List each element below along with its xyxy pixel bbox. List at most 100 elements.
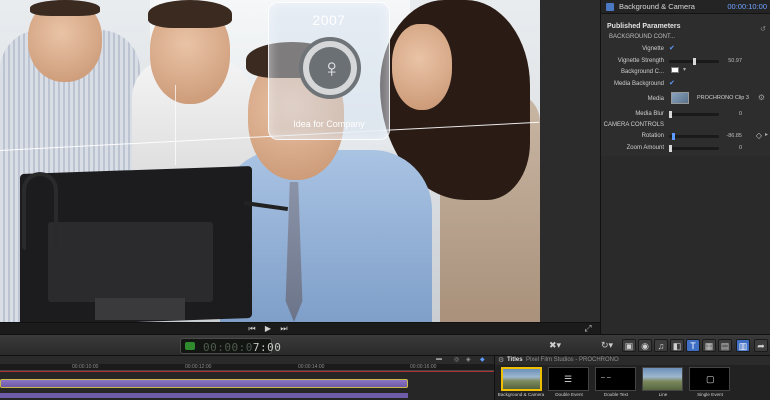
vignette-checkbox[interactable]: ✔ — [669, 45, 675, 52]
double-event-glyph-icon: ☰ — [564, 374, 573, 384]
media-blur-knob[interactable] — [669, 111, 672, 118]
single-event-glyph-icon: ▢ — [706, 374, 715, 384]
title-clip[interactable] — [0, 379, 408, 388]
event-card-badge: ♀ — [299, 37, 361, 99]
keyframe-diamond-icon[interactable]: ◇ — [756, 131, 762, 140]
headset — [22, 172, 58, 250]
zoom-amount-label: Zoom Amount — [626, 145, 664, 151]
photo-browser-icon[interactable]: ▣ — [622, 339, 636, 352]
vignette-label: Vignette — [642, 46, 664, 52]
chevron-down-icon[interactable]: ▾ — [683, 66, 686, 73]
monitor-panel — [48, 222, 213, 302]
ruler-tick-label: 00:00:14:00 — [298, 364, 325, 370]
camera-icon[interactable]: ◉ — [638, 339, 652, 352]
title-label: Background & Camera — [497, 392, 545, 397]
inspector-toggle-icon[interactable]: ▥ — [736, 339, 750, 352]
viewer-letterbox — [540, 0, 600, 322]
person-woman-face — [392, 24, 452, 110]
title-thumb-double-event[interactable]: ☰ — [548, 367, 589, 391]
zoom-amount-knob[interactable] — [669, 145, 672, 152]
title-thumb-double-text[interactable]: ‒ ‒ — [595, 367, 636, 391]
camera-controls-group[interactable]: CAMERA CONTROLS — [604, 122, 664, 128]
snapping-icon[interactable]: ◆ — [480, 356, 485, 363]
rotation-value[interactable]: -86.85 — [726, 133, 742, 139]
music-icon[interactable]: ♫ — [654, 339, 668, 352]
transitions-icon[interactable]: ◧ — [670, 339, 684, 352]
previous-frame-button[interactable]: ⏮ — [246, 324, 258, 334]
title-label: Double Text — [603, 392, 629, 397]
select-tool-icon[interactable]: ✖▾ — [546, 339, 564, 352]
titles-browser: ⚙ Titles Pixel Film Studios - PROCHRONO … — [494, 356, 770, 400]
video-clip[interactable] — [0, 393, 408, 398]
background-controls-group[interactable]: BACKGROUND CONT... — [609, 34, 675, 40]
background-color-label[interactable]: Background C... — [621, 69, 664, 75]
timeline-divider — [0, 371, 494, 372]
title-thumb-line[interactable] — [642, 367, 683, 391]
browser-path: Pixel Film Studios - PROCHRONO — [526, 357, 619, 363]
main-toolbar: 00:00:07:00 ✖▾ ↻▾ ▣ ◉ ♫ ◧ T ▦ ▤ ▥ ➦ — [0, 334, 770, 356]
vignette-strength-value[interactable]: 50.97 — [728, 58, 742, 64]
browser-header: ⚙ Titles Pixel Film Studios - PROCHRONO — [495, 356, 770, 365]
inspector-panel: Background & Camera 00:00:10:00 Publishe… — [600, 0, 770, 334]
timeline[interactable]: ▬ ◎ ◈ ◆ 00:00:10:00 00:00:12:00 00:00:14… — [0, 356, 494, 400]
inspector-timecode: 00:00:10:00 — [727, 2, 767, 11]
share-icon[interactable]: ➦ — [754, 339, 768, 352]
vignette-strength-label: Vignette Strength — [617, 58, 664, 64]
double-text-glyph-icon: ‒ ‒ — [601, 374, 611, 381]
gear-icon[interactable]: ⚙ — [498, 356, 504, 364]
microphone-icon: ♀ — [322, 53, 342, 83]
chevron-right-icon[interactable]: ▸ — [765, 131, 768, 138]
reset-icon[interactable]: ↺ — [760, 25, 766, 33]
media-well[interactable] — [671, 92, 689, 104]
person-second-hair — [148, 0, 232, 28]
next-frame-button[interactable]: ⏭ — [278, 324, 290, 334]
title-label: Line — [658, 392, 668, 397]
title-label: Single Event — [697, 392, 723, 397]
media-label: Media — [647, 96, 664, 102]
browser-title: Titles — [507, 357, 523, 363]
rotation-label: Rotation — [641, 133, 664, 139]
zoom-slider-icon[interactable]: ▬ — [436, 356, 442, 362]
generators-icon[interactable]: ▦ — [702, 339, 716, 352]
monitor-stand — [95, 298, 185, 320]
rotation-slider[interactable] — [669, 133, 719, 140]
retime-icon[interactable]: ↻▾ — [598, 339, 616, 352]
ruler-tick-label: 00:00:16:00 — [410, 364, 437, 370]
background-color-swatch[interactable] — [671, 67, 679, 73]
dashboard-timecode[interactable]: 00:00:07:00 — [180, 338, 281, 354]
media-background-label: Media Background — [613, 81, 664, 87]
zoom-amount-slider[interactable] — [669, 145, 719, 152]
viewer: 2007 ♀ Idea for Company — [0, 0, 600, 322]
clip-appearance-icon[interactable]: ◎ — [454, 356, 459, 363]
timeline-header: ▬ ◎ ◈ ◆ — [0, 356, 494, 364]
event-card-title: Idea for Company — [293, 119, 365, 129]
timecode-status-icon — [185, 342, 195, 350]
timeline-ruler[interactable]: 00:00:10:00 00:00:12:00 00:00:14:00 00:0… — [0, 364, 494, 371]
themes-icon[interactable]: ▤ — [718, 339, 732, 352]
title-thumb-single-event[interactable]: ▢ — [689, 367, 730, 391]
title-thumb-background-camera[interactable] — [501, 367, 542, 391]
timecode-dim-digits: 00:00:0 — [203, 341, 253, 354]
audio-skimming-icon[interactable]: ◈ — [466, 356, 471, 363]
title-generator-icon — [606, 3, 614, 11]
overlay-connector-line — [175, 85, 176, 165]
media-blur-label: Media Blur — [635, 111, 664, 117]
transport-bar: ⏮ ▶ ⏭ — [0, 322, 600, 334]
rotation-knob[interactable] — [672, 133, 675, 140]
play-button[interactable]: ▶ — [262, 324, 274, 334]
event-card-year: 2007 — [312, 12, 346, 28]
vignette-strength-slider[interactable] — [669, 58, 719, 65]
ruler-tick-label: 00:00:10:00 — [72, 364, 99, 370]
zoom-amount-value[interactable]: 0 — [739, 145, 742, 151]
gear-icon[interactable]: ⚙ — [758, 93, 765, 102]
vignette-strength-knob[interactable] — [693, 58, 696, 65]
fullscreen-icon[interactable]: ⤢ — [582, 322, 594, 334]
person-left-hair — [30, 0, 100, 16]
media-blur-value[interactable]: 0 — [739, 111, 742, 117]
media-clip-name: PROCHRONO Clip 3 — [697, 95, 749, 101]
media-background-checkbox[interactable]: ✔ — [669, 80, 675, 87]
titles-icon[interactable]: T — [686, 339, 700, 352]
media-blur-slider[interactable] — [669, 111, 719, 118]
published-parameters-heading: Published Parameters — [607, 23, 681, 30]
event-card[interactable]: 2007 ♀ Idea for Company — [268, 2, 390, 140]
